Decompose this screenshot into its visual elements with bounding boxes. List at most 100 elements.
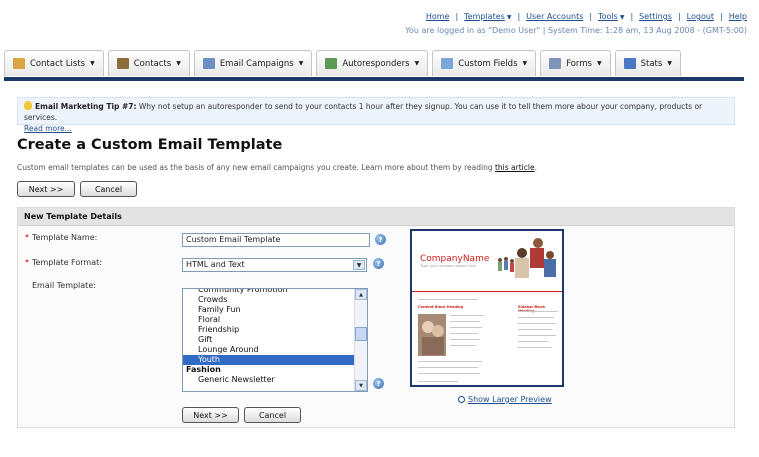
preview-text-line (518, 347, 552, 348)
preview-text-line (518, 335, 556, 336)
chevron-down-icon[interactable]: ▼ (523, 60, 528, 67)
tab-label: Email Campaigns (219, 58, 294, 69)
tab-custom-fields[interactable]: Custom Fields ▼ (432, 50, 537, 76)
show-larger-text: Show Larger Preview (468, 395, 552, 404)
nav-link-templates[interactable]: Templates (464, 12, 505, 21)
page-title: Create a Custom Email Template (17, 137, 283, 153)
list-item[interactable]: Floral (183, 315, 367, 325)
scroll-thumb[interactable] (355, 327, 367, 341)
preview-text-line (518, 341, 548, 342)
preview-text-line (450, 339, 480, 340)
preview-text-line (450, 345, 476, 346)
chevron-down-icon[interactable]: ▼ (507, 14, 512, 21)
main-tabs: Contact Lists ▼ Contacts ▼ Email Campaigns ▼ A… (4, 50, 681, 78)
list-item[interactable]: Family Fun (183, 305, 367, 315)
chevron-down-icon[interactable]: ▼ (299, 60, 304, 67)
this-article-link[interactable]: this article (495, 163, 535, 172)
template-preview[interactable]: CompanyName Type your company slogan her… (410, 229, 564, 387)
nav-link-logout[interactable]: Logout (687, 12, 714, 21)
help-icon-format[interactable]: ? (373, 258, 384, 269)
tab-autoresponders[interactable]: Autoresponders ▼ (316, 50, 429, 76)
next-button-bottom[interactable]: Next >> (182, 407, 239, 423)
tab-email-campaigns[interactable]: Email Campaigns ▼ (193, 50, 313, 76)
scroll-down-icon[interactable]: ▼ (355, 380, 367, 391)
email-campaigns-icon (202, 58, 215, 69)
nav-link-tools[interactable]: Tools (598, 12, 618, 21)
intro-text: Custom email templates can be used as th… (17, 163, 495, 172)
stats-icon (623, 58, 636, 69)
list-item[interactable]: Youth (183, 355, 367, 365)
preview-text-line (450, 327, 482, 328)
template-format-label-text: Template Format: (32, 258, 102, 267)
lightbulb-icon (24, 101, 32, 110)
tab-forms[interactable]: Forms ▼ (540, 50, 611, 76)
intro-end: . (534, 163, 537, 172)
tip-read-more-link[interactable]: Read more... (24, 124, 72, 133)
next-button-top[interactable]: Next >> (17, 181, 75, 197)
tip-box: Email Marketing Tip #7: Why not setup an… (17, 97, 735, 133)
help-icon-name[interactable]: ? (375, 234, 386, 245)
tab-label: Forms (566, 58, 592, 69)
preview-heading-left: Content Block Heading (418, 305, 464, 309)
contacts-icon (116, 58, 129, 69)
tab-contact-lists[interactable]: Contact Lists ▼ (4, 50, 104, 76)
chevron-down-icon[interactable]: ▼ (415, 60, 420, 67)
page-intro: Custom email templates can be used as th… (17, 163, 537, 172)
cancel-button-top[interactable]: Cancel (80, 181, 137, 197)
list-item[interactable]: Community Promotion (183, 289, 367, 295)
show-larger-preview-link[interactable]: Show Larger Preview (458, 395, 552, 404)
preview-text-line (418, 381, 458, 382)
tab-label: Stats (640, 58, 663, 69)
template-format-label: * Template Format: (25, 258, 102, 267)
autoresponders-icon (325, 58, 338, 69)
preview-text-line (418, 373, 480, 374)
chevron-down-icon[interactable]: ▼ (176, 60, 181, 67)
list-item[interactable]: Gift (183, 335, 367, 345)
email-template-listbox[interactable]: Community Promotion Crowds Family Fun Flora… (182, 288, 368, 392)
scroll-up-icon[interactable]: ▲ (355, 289, 367, 300)
template-options: Community Promotion Crowds Family Fun Flora… (183, 289, 367, 385)
list-item[interactable]: Generic Newsletter (183, 375, 367, 385)
tab-label: Autoresponders (342, 58, 410, 69)
list-group-header: Fashion (186, 365, 221, 374)
contact-lists-icon (13, 58, 25, 69)
chevron-down-icon[interactable]: ▼ (597, 60, 602, 67)
chevron-down-icon[interactable]: ▼ (667, 60, 672, 67)
cancel-button-bottom[interactable]: Cancel (244, 407, 301, 423)
template-format-value: HTML and Text (186, 260, 245, 269)
preview-text-line (450, 315, 484, 316)
preview-text-line (450, 321, 480, 322)
preview-text-line (518, 311, 558, 312)
nav-link-help[interactable]: Help (729, 12, 747, 21)
template-format-select[interactable]: HTML and Text ▼ (182, 258, 367, 272)
nav-separator: | (630, 12, 634, 21)
forms-icon (549, 58, 562, 69)
nav-link-settings[interactable]: Settings (639, 12, 672, 21)
nav-link-home[interactable]: Home (426, 12, 450, 21)
chevron-down-icon[interactable]: ▼ (353, 260, 365, 270)
preview-text-line (518, 317, 554, 318)
template-name-label-text: Template Name: (32, 233, 98, 242)
top-nav: Home | Templates ▼ | User Accounts | Tools ▼ | Set… (426, 12, 747, 21)
preview-text-line (418, 299, 478, 300)
chevron-down-icon[interactable]: ▼ (90, 60, 95, 67)
nav-link-user-accounts[interactable]: User Accounts (526, 12, 583, 21)
help-icon-template[interactable]: ? (373, 378, 384, 389)
template-name-input[interactable]: Custom Email Template (182, 233, 370, 247)
preview-text-line (418, 367, 478, 368)
panel-heading: New Template Details (18, 208, 734, 226)
tab-contacts[interactable]: Contacts ▼ (107, 50, 190, 76)
listbox-scrollbar[interactable]: ▲ ▼ (354, 289, 367, 391)
list-item[interactable]: Lounge Around (183, 345, 367, 355)
chevron-down-icon[interactable]: ▼ (620, 14, 625, 21)
magnifier-icon (458, 396, 465, 403)
list-item[interactable]: Friendship (183, 325, 367, 335)
login-status: You are logged in as "Demo User" | Syste… (405, 26, 747, 35)
nav-separator: | (720, 12, 723, 21)
list-item[interactable]: Crowds (183, 295, 367, 305)
nav-separator: | (455, 12, 459, 21)
nav-separator: | (589, 12, 593, 21)
preview-text-line (518, 323, 556, 324)
template-name-label: * Template Name: (25, 233, 97, 242)
tab-stats[interactable]: Stats ▼ (614, 50, 681, 76)
